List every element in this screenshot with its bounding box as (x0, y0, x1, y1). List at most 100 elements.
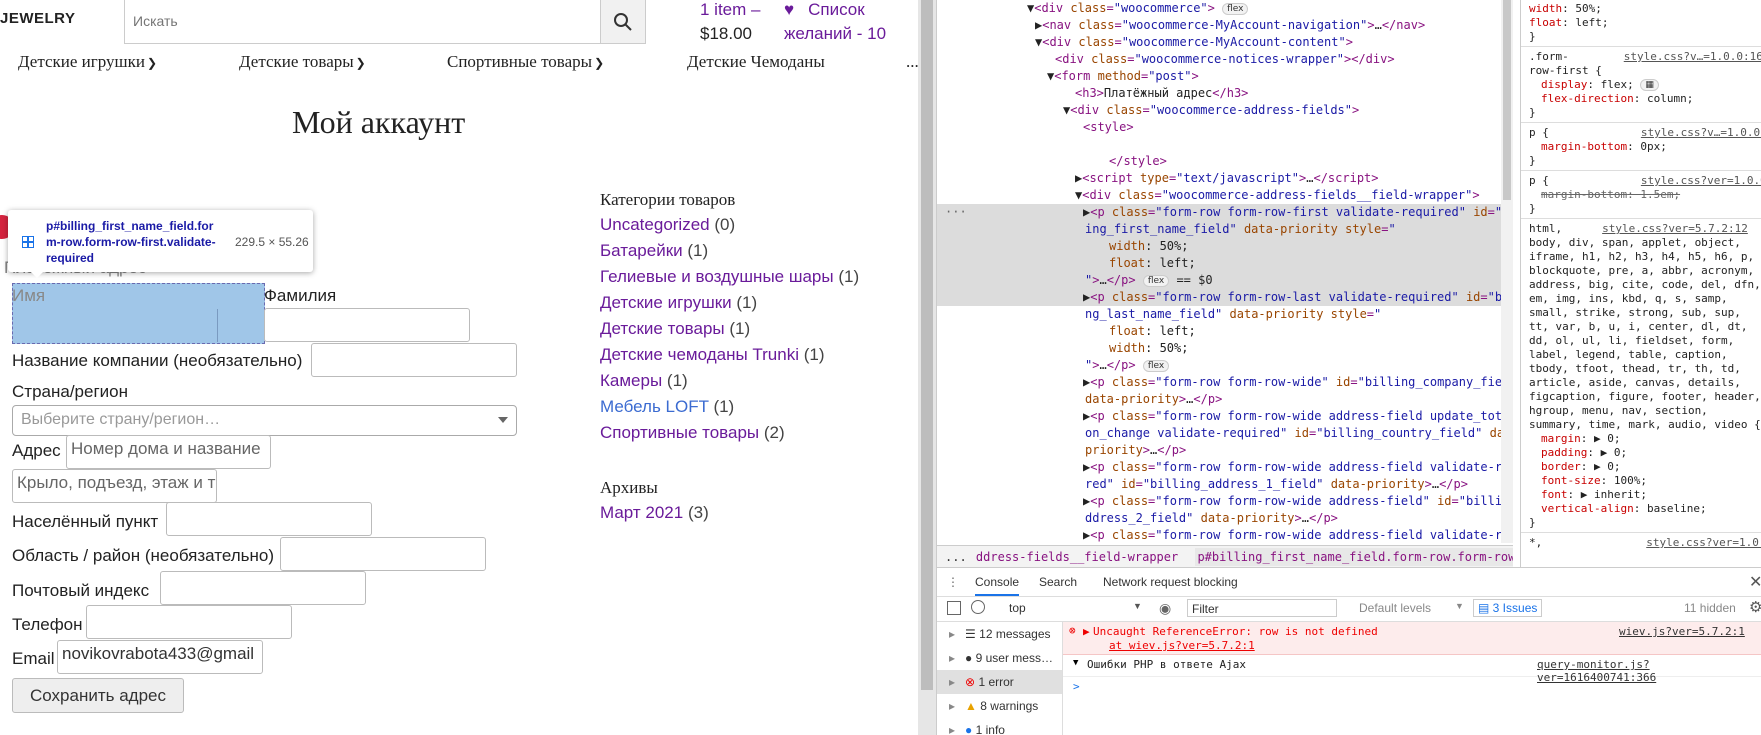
sidebar-item-errors[interactable]: ▸ ⊗ 1 error (937, 670, 1062, 694)
console-error-message[interactable]: ⊗ ▶ Uncaught ReferenceError: row is not … (1063, 622, 1761, 655)
category-name: Батарейки (600, 241, 683, 260)
city-field[interactable] (166, 502, 372, 536)
dom-node[interactable]: ▶<p class="form-row form-row-wide" id="b… (1083, 374, 1501, 391)
category-link[interactable]: Батарейки (1) (600, 241, 708, 261)
eye-icon[interactable]: ◉ (1159, 600, 1171, 617)
nav-item-suitcases[interactable]: Детские Чемоданы (687, 52, 825, 72)
log-levels-select[interactable]: Default levels (1359, 601, 1431, 615)
category-link[interactable]: Мебель LOFT (1) (600, 397, 734, 417)
country-select[interactable]: Выберите страну/регион… (12, 405, 517, 436)
archive-name: Март 2021 (600, 503, 684, 522)
dom-node[interactable]: ▶<nav class="woocommerce-MyAccount-navig… (1035, 17, 1425, 34)
dom-node[interactable]: ▶<p class="form-row form-row-wide addres… (1083, 527, 1501, 543)
category-link[interactable]: Гелиевые и воздушные шары (1) (600, 267, 859, 287)
error-location[interactable]: at wiev.js?ver=5.7.2:1 (1109, 639, 1255, 652)
category-link[interactable]: Детские игрушки (1) (600, 293, 757, 313)
error-source-link[interactable]: wiev.js?ver=5.7.2:1 (1619, 625, 1745, 638)
elements-tree: ▼<div class="woocommerce"> flex ▶<nav cl… (937, 0, 1501, 543)
context-select[interactable]: top (1009, 601, 1026, 615)
ellipsis-icon[interactable]: ··· (945, 204, 967, 221)
sidebar-item-messages[interactable]: ▸ ☰ 12 messages (937, 622, 1062, 646)
sidebar-label: 8 warnings (980, 699, 1039, 713)
grid-icon (22, 236, 34, 248)
email-field[interactable]: novikovrabota433@gmail (57, 640, 263, 674)
dom-node[interactable]: ▶<p class="form-row form-row-last valida… (1083, 289, 1501, 306)
console-toolbar: top ▼ ◉ Filter Default levels ▼ ▤ 3 Issu… (937, 597, 1761, 622)
nav-more[interactable]: ... (906, 52, 918, 72)
error-text: Uncaught ReferenceError: row is not defi… (1093, 625, 1378, 638)
nav-item-kids-goods[interactable]: Детские товары ❯ (239, 52, 366, 72)
phone-label: Телефон (12, 615, 83, 634)
state-field[interactable] (280, 537, 486, 571)
gear-icon[interactable]: ⚙ (1749, 598, 1761, 616)
dom-node[interactable]: ▶<p class="form-row form-row-wide addres… (1083, 408, 1501, 425)
sidebar-item-info[interactable]: ▸ ● 1 info (937, 718, 1062, 735)
tab-network-request-blocking[interactable]: Network request blocking (1103, 575, 1238, 589)
address-line-2-field[interactable]: Крыло, подъезд, этаж и т (12, 469, 217, 503)
dom-node[interactable]: <div class="woocommerce-notices-wrapper"… (1055, 51, 1395, 68)
category-link[interactable]: Камеры (1) (600, 371, 688, 391)
dom-node[interactable]: ▼<div class="woocommerce-address-fields_… (1075, 187, 1480, 204)
tab-console[interactable]: Console (975, 575, 1020, 596)
error-icon: ⊗ (965, 675, 976, 689)
drawer-menu-icon[interactable]: ⋮ (947, 575, 959, 589)
breadcrumb-more[interactable]: ... (945, 550, 967, 564)
postcode-field[interactable] (160, 571, 366, 605)
dom-node[interactable]: ▶<p class="form-row form-row-wide addres… (1083, 493, 1501, 510)
last-name-field[interactable] (264, 308, 470, 342)
category-link[interactable]: Uncategorized (0) (600, 215, 735, 235)
category-name: Камеры (600, 371, 663, 390)
dom-node[interactable]: ▶<script type="text/javascript">…</scrip… (1075, 170, 1379, 187)
search-button[interactable] (600, 0, 645, 43)
expand-arrow-icon[interactable]: ▶ (1083, 625, 1090, 638)
tab-search[interactable]: Search (1039, 575, 1077, 589)
first-name-field[interactable] (12, 309, 218, 342)
phone-field[interactable] (86, 605, 292, 639)
breadcrumb-item-active[interactable]: p#billing_first_name_field.form-row.form… (1195, 548, 1513, 566)
filter-input[interactable]: Filter (1187, 599, 1337, 617)
group-source-link[interactable]: query-monitor.js?ver=1616400741:366 (1537, 658, 1761, 684)
category-link[interactable]: Спортивные товары (2) (600, 423, 785, 443)
nav-item-toys[interactable]: Детские игрушки ❯ (18, 52, 157, 72)
dom-node[interactable]: ▶<p class="form-row form-row-wide addres… (1083, 459, 1501, 476)
dom-node[interactable]: ▼<div class="woocommerce-MyAccount-conte… (1035, 34, 1353, 51)
sidebar-toggle-icon[interactable] (947, 601, 961, 615)
category-link[interactable]: Детские чемоданы Trunki (1) (600, 345, 825, 365)
company-field[interactable] (311, 343, 517, 377)
cart-link[interactable]: 1 item – $18.00 (700, 0, 760, 46)
site-logo[interactable]: JEWELRY (0, 10, 75, 27)
console-prompt[interactable]: > (1073, 680, 1080, 693)
wishlist-link[interactable]: ♥ Список желаний - 10 (784, 0, 886, 46)
address-line-1-field[interactable]: Номер дома и название (66, 435, 271, 469)
save-address-button[interactable]: Сохранить адрес (12, 678, 184, 713)
dom-node[interactable]: ▼<div class="woocommerce-address-fields"… (1063, 102, 1359, 119)
dom-node[interactable]: <h3>Платёжный адрес</h3> (1075, 85, 1248, 102)
archive-link[interactable]: Март 2021 (3) (600, 503, 709, 523)
tooltip-selector: p#billing_first_name_field.form-row.form… (46, 219, 216, 265)
search-input[interactable] (125, 0, 601, 42)
sidebar-item-warnings[interactable]: ▸ ▲ 8 warnings (937, 694, 1062, 718)
breadcrumb-item[interactable]: ddress-fields__field-wrapper (976, 550, 1178, 564)
dom-node: ">…</p> flex (1085, 357, 1170, 374)
nav-item-sports[interactable]: Спортивные товары ❯ (447, 52, 604, 72)
console-messages: ⊗ ▶ Uncaught ReferenceError: row is not … (1063, 622, 1761, 735)
inspector-tooltip: p#billing_first_name_field.form-row.form… (8, 210, 313, 272)
dom-node[interactable]: <style> (1083, 119, 1134, 136)
scrollbar-thumb[interactable] (1503, 0, 1511, 200)
dom-node[interactable]: ▶<p class="form-row form-row-first valid… (1083, 204, 1501, 221)
close-icon[interactable]: ✕ (1749, 572, 1761, 592)
elements-scrollbar[interactable] (1501, 0, 1513, 543)
dom-node[interactable]: </style> (1109, 153, 1167, 170)
clear-console-icon[interactable] (971, 600, 985, 614)
console-group[interactable]: ▼ Ошибки PHP в ответе Ajax query-monitor… (1063, 654, 1761, 684)
category-link[interactable]: Детские товары (1) (600, 319, 750, 339)
dom-node[interactable]: ▼<form method="post"> (1047, 68, 1199, 85)
error-icon: ⊗ (1069, 624, 1076, 637)
dom-node[interactable]: ▼<div class="woocommerce"> flex (1027, 0, 1249, 17)
sidebar-item-user-messages[interactable]: ▸ ● 9 user mess… (937, 646, 1062, 670)
issues-button[interactable]: ▤ 3 Issues (1473, 599, 1543, 617)
page-scrollbar[interactable] (918, 0, 936, 735)
scrollbar-thumb[interactable] (921, 0, 933, 690)
console-sidebar: ▸ ☰ 12 messages ▸ ● 9 user mess… ▸ ⊗ 1 erro… (937, 622, 1063, 735)
archives-title: Архивы (600, 478, 658, 497)
